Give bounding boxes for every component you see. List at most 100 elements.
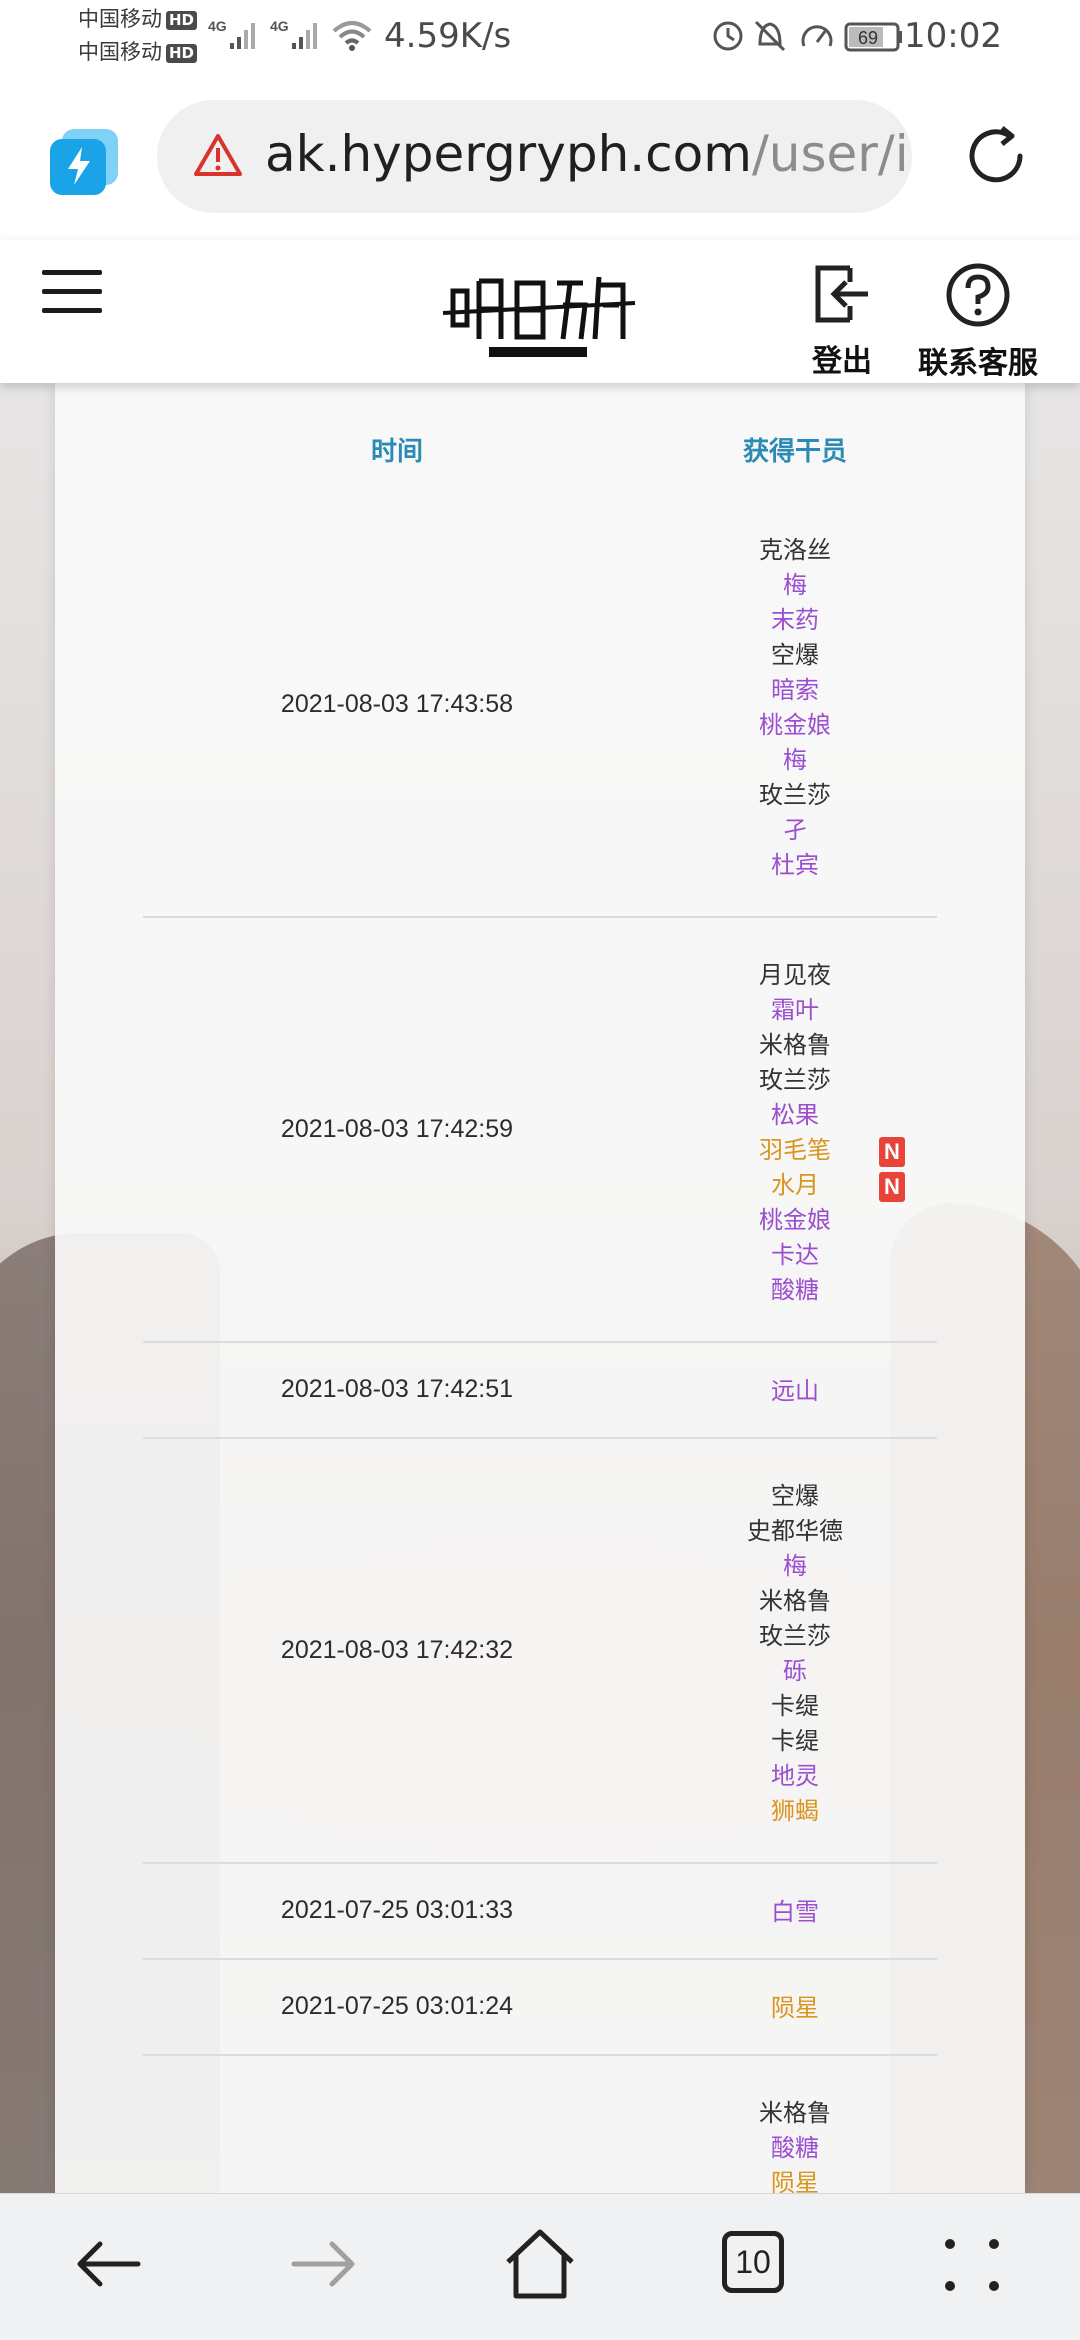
column-header-time: 时间	[370, 437, 423, 467]
operator-name: 梅	[783, 1552, 807, 1580]
back-icon[interactable]	[68, 2224, 148, 2304]
operator-name: 酸糖	[771, 1276, 819, 1304]
operator-name: 地灵	[771, 1762, 819, 1790]
row-time: 2021-08-03 17:42:51	[280, 1375, 514, 1403]
tab-count: 10	[722, 2231, 784, 2293]
operator-item: 桃金娘	[645, 1203, 945, 1238]
operator-name: 卡缇	[771, 1727, 819, 1755]
row-time: 2021-08-03 17:42:59	[280, 1114, 514, 1143]
customer-service-button[interactable]: 联系客服	[918, 262, 1038, 382]
operator-item: 桃金娘	[645, 708, 945, 743]
table-row: 2021-07-25 03:01:24 陨星	[143, 1960, 937, 2056]
row-time: 2021-07-25 03:01:24	[280, 1992, 514, 2020]
operator-list: 远山	[645, 1374, 945, 1409]
operator-item: 狮蝎	[645, 1794, 945, 1829]
help-icon	[946, 263, 1010, 327]
operator-name: 卡达	[771, 1241, 819, 1269]
operator-item: 霜叶	[645, 993, 945, 1028]
operator-item: 卡达	[645, 1238, 945, 1273]
operator-item: 卡缇	[645, 1689, 945, 1724]
menu-icon[interactable]	[42, 270, 102, 318]
signal-icon-1: 4G	[208, 18, 255, 49]
table-header: 时间 获得干员	[55, 383, 1025, 493]
operator-item: 梅	[645, 568, 945, 603]
operator-name: 空爆	[771, 1482, 819, 1510]
operator-item: 杜宾	[645, 848, 945, 883]
operator-name: 狮蝎	[771, 1797, 819, 1825]
carrier-1: 中国移动 HD	[78, 8, 198, 30]
hd-badge-2: HD	[166, 44, 198, 63]
more-menu-icon[interactable]	[932, 2224, 1012, 2304]
operator-name: 米格鲁	[759, 1031, 831, 1059]
tabs-button[interactable]: 10	[722, 2231, 802, 2311]
wifi-icon	[332, 21, 372, 51]
table-row: 2021-08-03 17:42:51 远山	[143, 1343, 937, 1439]
operator-name: 羽毛笔	[759, 1136, 831, 1164]
net-speed: 4.59K/s	[384, 16, 512, 56]
operator-item: 米格鲁	[645, 2096, 945, 2131]
operator-list: 米格鲁酸糖陨星深靛N	[645, 2096, 945, 2193]
operator-item: 梅	[645, 1549, 945, 1584]
reload-icon[interactable]	[960, 120, 1032, 192]
operator-name: 桃金娘	[759, 711, 831, 739]
operator-name: 砾	[783, 1657, 807, 1685]
status-bar: 中国移动 HD 中国移动 HD 4G 4G 4.59K/s 69 10:02	[0, 0, 1080, 75]
warning-icon[interactable]	[193, 132, 243, 178]
svg-text:4G: 4G	[208, 18, 227, 34]
status-icons: 69	[713, 20, 902, 52]
operator-name: 杜宾	[771, 851, 819, 879]
svg-text:4G: 4G	[270, 18, 289, 34]
operator-name: 陨星	[771, 2169, 819, 2193]
logout-button[interactable]: 登出	[810, 262, 874, 380]
operator-list: 空爆 史都华德梅米格鲁 玫兰莎砾卡缇 卡缇 地灵 狮蝎	[645, 1479, 945, 1829]
operator-list: 月见夜 霜叶 米格鲁 玫兰莎 松果 羽毛笔 N 水月 N 桃金娘 卡达 酸糖	[645, 958, 945, 1308]
operator-item: 陨星	[645, 2166, 945, 2193]
operator-name: 米格鲁	[759, 1587, 831, 1615]
operator-item: 酸糖	[645, 2131, 945, 2166]
new-badge: N	[879, 1137, 905, 1167]
hd-badge-1: HD	[166, 11, 198, 30]
operator-item: 月见夜	[645, 958, 945, 993]
operator-name: 暗索	[771, 676, 819, 704]
operator-name: 远山	[771, 1376, 819, 1405]
svg-text:69: 69	[858, 28, 878, 48]
operator-item: 克洛丝	[645, 533, 945, 568]
site-header: 登出 联系客服	[0, 240, 1080, 383]
operator-item: 陨星	[645, 1991, 945, 2026]
operator-name: 水月	[771, 1171, 819, 1199]
recruit-history-card: 时间 获得干员 2021-08-03 17:43:58 克洛丝梅末药 空爆 暗索 桃金娘…	[55, 383, 1025, 2193]
signal-icon-2: 4G	[270, 18, 317, 49]
operator-item: 羽毛笔 N	[645, 1133, 945, 1168]
operator-name: 梅	[783, 746, 807, 774]
operator-item: 玫兰莎	[645, 1063, 945, 1098]
lightning-app-icon[interactable]	[48, 127, 120, 199]
row-time: 2021-08-03 17:43:58	[280, 689, 514, 718]
mute-icon	[754, 20, 786, 52]
operator-item: 空爆	[645, 1479, 945, 1514]
operator-item: 暗索	[645, 673, 945, 708]
operator-item: 玫兰莎	[645, 778, 945, 813]
operator-item: 水月 N	[645, 1168, 945, 1203]
forward-icon[interactable]	[284, 2224, 364, 2304]
row-time: 2021-07-25 03:01:33	[280, 1896, 514, 1924]
battery-icon: 69	[844, 22, 902, 52]
table-row: 2021-08-03 17:42:32 空爆 史都华德梅米格鲁 玫兰莎砾卡缇 卡缇 地灵狮…	[143, 1439, 937, 1864]
home-icon[interactable]	[500, 2224, 580, 2304]
operator-name: 月见夜	[759, 961, 831, 989]
table-row: 米格鲁酸糖陨星深靛N	[143, 2056, 937, 2193]
operator-name: 末药	[771, 606, 819, 634]
operator-name: 玫兰莎	[759, 781, 831, 809]
url-text: ak.hypergryph.com/user/inqu	[265, 125, 912, 183]
speed-icon	[801, 25, 833, 47]
table-row: 2021-08-03 17:43:58 克洛丝梅末药 空爆 暗索 桃金娘梅玫兰莎孑杜宾	[143, 493, 937, 918]
operator-name: 玫兰莎	[759, 1066, 831, 1094]
operator-name: 梅	[783, 571, 807, 599]
logout-icon	[815, 265, 868, 323]
operator-item: 远山	[645, 1374, 945, 1409]
operator-item: 松果	[645, 1098, 945, 1133]
arknights-logo[interactable]	[423, 253, 655, 368]
operator-item: 卡缇	[645, 1724, 945, 1759]
url-field[interactable]: ak.hypergryph.com/user/inqu	[157, 100, 912, 213]
operator-name: 克洛丝	[759, 536, 831, 564]
alarm-icon	[713, 21, 743, 51]
